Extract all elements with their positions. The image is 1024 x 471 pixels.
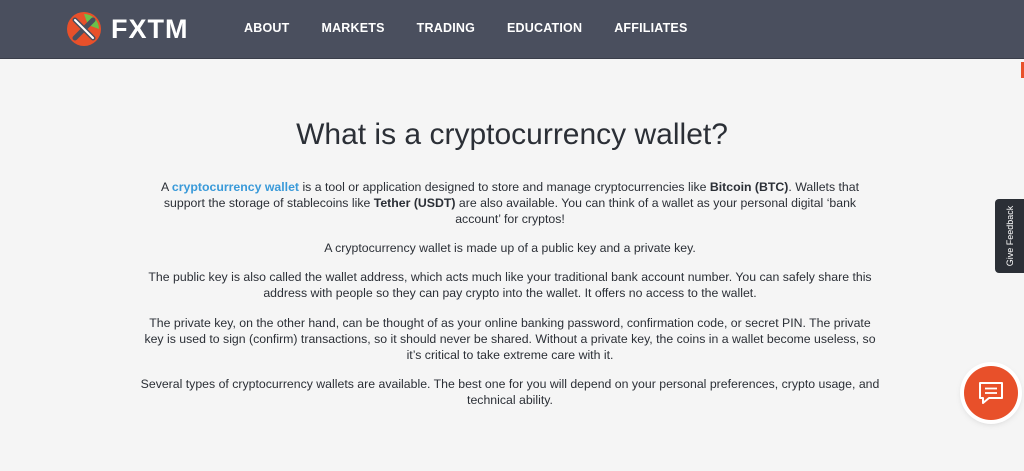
page-title: What is a cryptocurrency wallet? (296, 118, 728, 151)
nav-affiliates[interactable]: AFFILIATES (614, 21, 687, 35)
top-navigation-bar: FXTM ABOUT MARKETS TRADING EDUCATION AFF… (0, 0, 1024, 59)
fxtm-logo[interactable]: FXTM (66, 11, 189, 47)
crypto-wallet-link[interactable]: cryptocurrency wallet (172, 180, 299, 194)
give-feedback-tab[interactable]: Give Feedback (995, 199, 1024, 273)
brand-name: FXTM (111, 13, 189, 44)
chat-button[interactable] (964, 366, 1018, 420)
private-key-paragraph: The private key, on the other hand, can … (144, 316, 876, 362)
nav-trading[interactable]: TRADING (417, 21, 475, 35)
intro-text-2: is a tool or application designed to sto… (299, 180, 710, 194)
intro-paragraph: A cryptocurrency wallet is a tool or app… (140, 179, 880, 227)
main-nav: ABOUT MARKETS TRADING EDUCATION AFFILIAT… (244, 21, 720, 35)
bitcoin-term: Bitcoin (BTC) (709, 180, 789, 194)
article-content: What is a cryptocurrency wallet? A crypt… (0, 58, 1024, 471)
keys-paragraph: A cryptocurrency wallet is made up of a … (324, 241, 696, 255)
wallet-types-paragraph: Several types of cryptocurrency wallets … (140, 377, 880, 407)
intro-text-1: A (160, 180, 172, 194)
tether-term: Tether (USDT) (373, 196, 456, 210)
nav-markets[interactable]: MARKETS (321, 21, 384, 35)
fxtm-logo-mark-icon (67, 12, 101, 46)
public-key-paragraph: The public key is also called the wallet… (148, 270, 872, 300)
nav-education[interactable]: EDUCATION (507, 21, 582, 35)
chat-bubble-icon (979, 382, 1003, 404)
intro-text-4: are also available. You can think of a w… (455, 196, 857, 226)
nav-about[interactable]: ABOUT (244, 21, 289, 35)
give-feedback-label: Give Feedback (1004, 205, 1015, 267)
